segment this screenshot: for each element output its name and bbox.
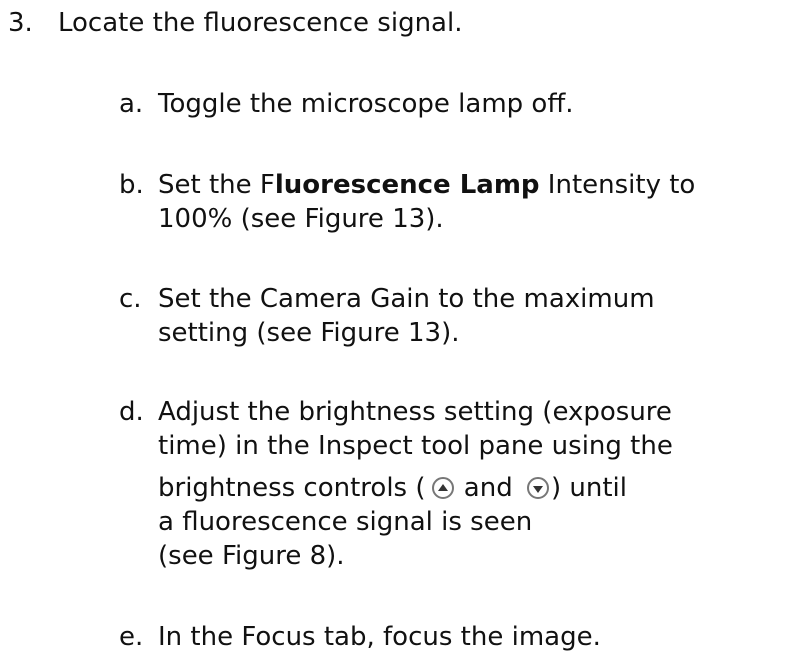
substep-a-text: Toggle the microscope lamp off. (158, 89, 574, 119)
substep-d-line-3: brightness controls ( and ) until (158, 471, 794, 505)
substep-b: b. Set the Fluorescence Lamp Intensity t… (119, 168, 794, 236)
substep-c-line-2: setting (see Figure 13). (158, 318, 460, 348)
fluorescence-lamp-term: luorescence Lamp (274, 170, 540, 200)
substep-letter: e. (119, 622, 144, 652)
substep-c: c. Set the Camera Gain to the maximum se… (119, 282, 794, 350)
step-3: 3. Locate the fluorescence signal. (8, 6, 462, 40)
substep-d-line-2: time) in the Inspect tool pane using the (158, 431, 673, 461)
substep-e-text: In the Focus tab, focus the image. (158, 622, 601, 652)
substep-b-line-2: 100% (see Figure 13). (158, 204, 444, 234)
substep-d-line-3-pre: brightness controls ( (158, 473, 426, 503)
substep-d-line-3-post: ) until (550, 473, 627, 503)
substep-d-line-3-mid: and (455, 473, 521, 503)
substep-letter: d. (119, 397, 144, 427)
substep-letter: c. (119, 284, 142, 314)
substep-a: a. Toggle the microscope lamp off. (119, 87, 794, 121)
substep-d: d. Adjust the brightness setting (exposu… (119, 395, 794, 573)
substep-c-line-1: Set the Camera Gain to the maximum (158, 284, 655, 314)
substep-d-line-1: Adjust the brightness setting (exposure (158, 397, 672, 427)
brightness-down-icon (526, 477, 549, 499)
substep-letter: a. (119, 89, 144, 119)
step-number: 3. (8, 8, 33, 38)
substep-b-post: Intensity to (539, 170, 696, 200)
substep-d-line-5: (see Figure 8). (158, 541, 345, 571)
substep-b-pre: Set the F (158, 170, 275, 200)
step-text: Locate the fluorescence signal. (58, 8, 463, 38)
substep-letter: b. (119, 170, 144, 200)
substep-e: e. In the Focus tab, focus the image. (119, 620, 794, 654)
substep-b-line-1: Set the Fluorescence Lamp Intensity to (158, 168, 794, 202)
substep-d-line-4: a fluorescence signal is seen (158, 507, 533, 537)
brightness-up-icon (431, 477, 454, 499)
